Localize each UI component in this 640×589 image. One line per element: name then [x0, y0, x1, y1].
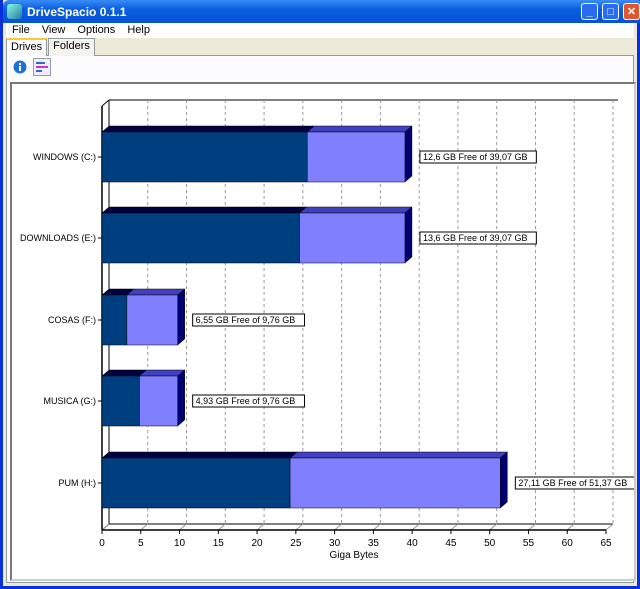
x-tick-label: 20 [252, 538, 264, 549]
gridline-floor [450, 523, 459, 531]
menu-help[interactable]: Help [121, 23, 156, 38]
x-tick-label: 25 [290, 538, 302, 549]
menu-file[interactable]: File [6, 23, 36, 38]
data-label: 12,6 GB Free of 39,07 GB [423, 152, 528, 162]
menu-options[interactable]: Options [71, 23, 121, 38]
bar-free-top [138, 369, 186, 377]
gridline-floor [489, 523, 498, 531]
x-tick-label: 60 [562, 538, 574, 549]
bar-free [139, 375, 178, 427]
bar-used [101, 457, 291, 509]
gridline-floor [528, 523, 536, 531]
x-tick-label: 35 [368, 538, 380, 549]
bar-used [101, 294, 128, 346]
bar-free-top [289, 451, 508, 459]
bar-free [299, 212, 406, 264]
gridline-floor [373, 523, 381, 531]
title-bar[interactable]: DriveSpacio 0.1.1 _ □ ✕ [3, 0, 640, 23]
category-label: MUSICA (G:) [43, 396, 96, 406]
bar-free-top [298, 206, 413, 214]
gridline-floor [566, 523, 575, 531]
bar-side [177, 369, 185, 427]
x-tick-label: 30 [329, 538, 341, 549]
x-tick-label: 0 [99, 538, 105, 549]
minimize-button[interactable]: _ [581, 3, 598, 20]
gridline-floor [334, 523, 342, 531]
gridline-floor [411, 523, 420, 531]
bar-side [500, 451, 508, 509]
category-label: WINDOWS (C:) [33, 152, 96, 162]
x-tick-label: 15 [213, 538, 225, 549]
x-tick-label: 5 [138, 538, 144, 549]
x-tick-label: 45 [445, 538, 457, 549]
data-label: 6,55 GB Free of 9,76 GB [196, 315, 296, 325]
x-tick-label: 10 [174, 538, 186, 549]
gridline-floor [605, 523, 614, 531]
app-window: DriveSpacio 0.1.1 _ □ ✕ File View Option… [0, 0, 640, 589]
menu-bar: File View Options Help [6, 23, 634, 38]
x-tick-label: 65 [600, 538, 612, 549]
frame-corner [101, 99, 110, 107]
data-label: 27,11 GB Free of 51,37 GB [518, 478, 627, 488]
bar-free-top [306, 125, 413, 133]
category-label: DOWNLOADS (E:) [20, 233, 96, 243]
bar-used [101, 212, 300, 264]
chart-svg: 0 5 10 15 20 25 30 35 40 45 50 55 60 65 Giga Bytes WIND… [20, 99, 634, 561]
x-tick-label: 40 [407, 538, 419, 549]
x-tick-label: 50 [484, 538, 496, 549]
floor-edge [101, 523, 613, 531]
bar-used [101, 131, 308, 183]
gridline-floor [101, 523, 110, 531]
gridline-floor [295, 523, 304, 531]
drive-usage-chart: 0 5 10 15 20 25 30 35 40 45 50 55 60 65 Giga Bytes WIND… [10, 82, 636, 581]
tab-folders[interactable]: Folders [48, 38, 95, 56]
bar-used-top [101, 451, 298, 459]
bar-free [306, 131, 406, 183]
bar-used-top [101, 125, 315, 133]
bar-used [101, 375, 140, 427]
info-icon[interactable] [11, 58, 29, 76]
window-title: DriveSpacio 0.1.1 [27, 4, 127, 19]
bar-free [126, 294, 178, 346]
data-label: 4,93 GB Free of 9,76 GB [196, 396, 296, 406]
x-axis-title: Giga Bytes [330, 550, 379, 561]
bar-side [404, 125, 413, 183]
bar-free-top [126, 288, 186, 296]
bar-side [177, 288, 185, 346]
gridline-floor [256, 523, 265, 531]
maximize-button[interactable]: □ [602, 3, 619, 20]
chart-view-icon[interactable] [33, 58, 51, 76]
gridline-floor [179, 523, 187, 531]
bar-used-top [101, 206, 308, 214]
data-label: 13,6 GB Free of 39,07 GB [423, 233, 528, 243]
category-label: COSAS (F:) [48, 315, 96, 325]
close-button[interactable]: ✕ [623, 3, 640, 20]
bar-free [289, 457, 501, 509]
app-icon [7, 4, 22, 19]
x-tick-label: 55 [523, 538, 535, 549]
category-label: PUM (H:) [59, 478, 97, 488]
gridline-floor [140, 523, 149, 531]
gridline-floor [217, 523, 226, 531]
menu-view[interactable]: View [36, 23, 72, 38]
bar-used-top [101, 369, 148, 377]
bar-side [404, 206, 413, 264]
tab-drives[interactable]: Drives [6, 38, 48, 56]
